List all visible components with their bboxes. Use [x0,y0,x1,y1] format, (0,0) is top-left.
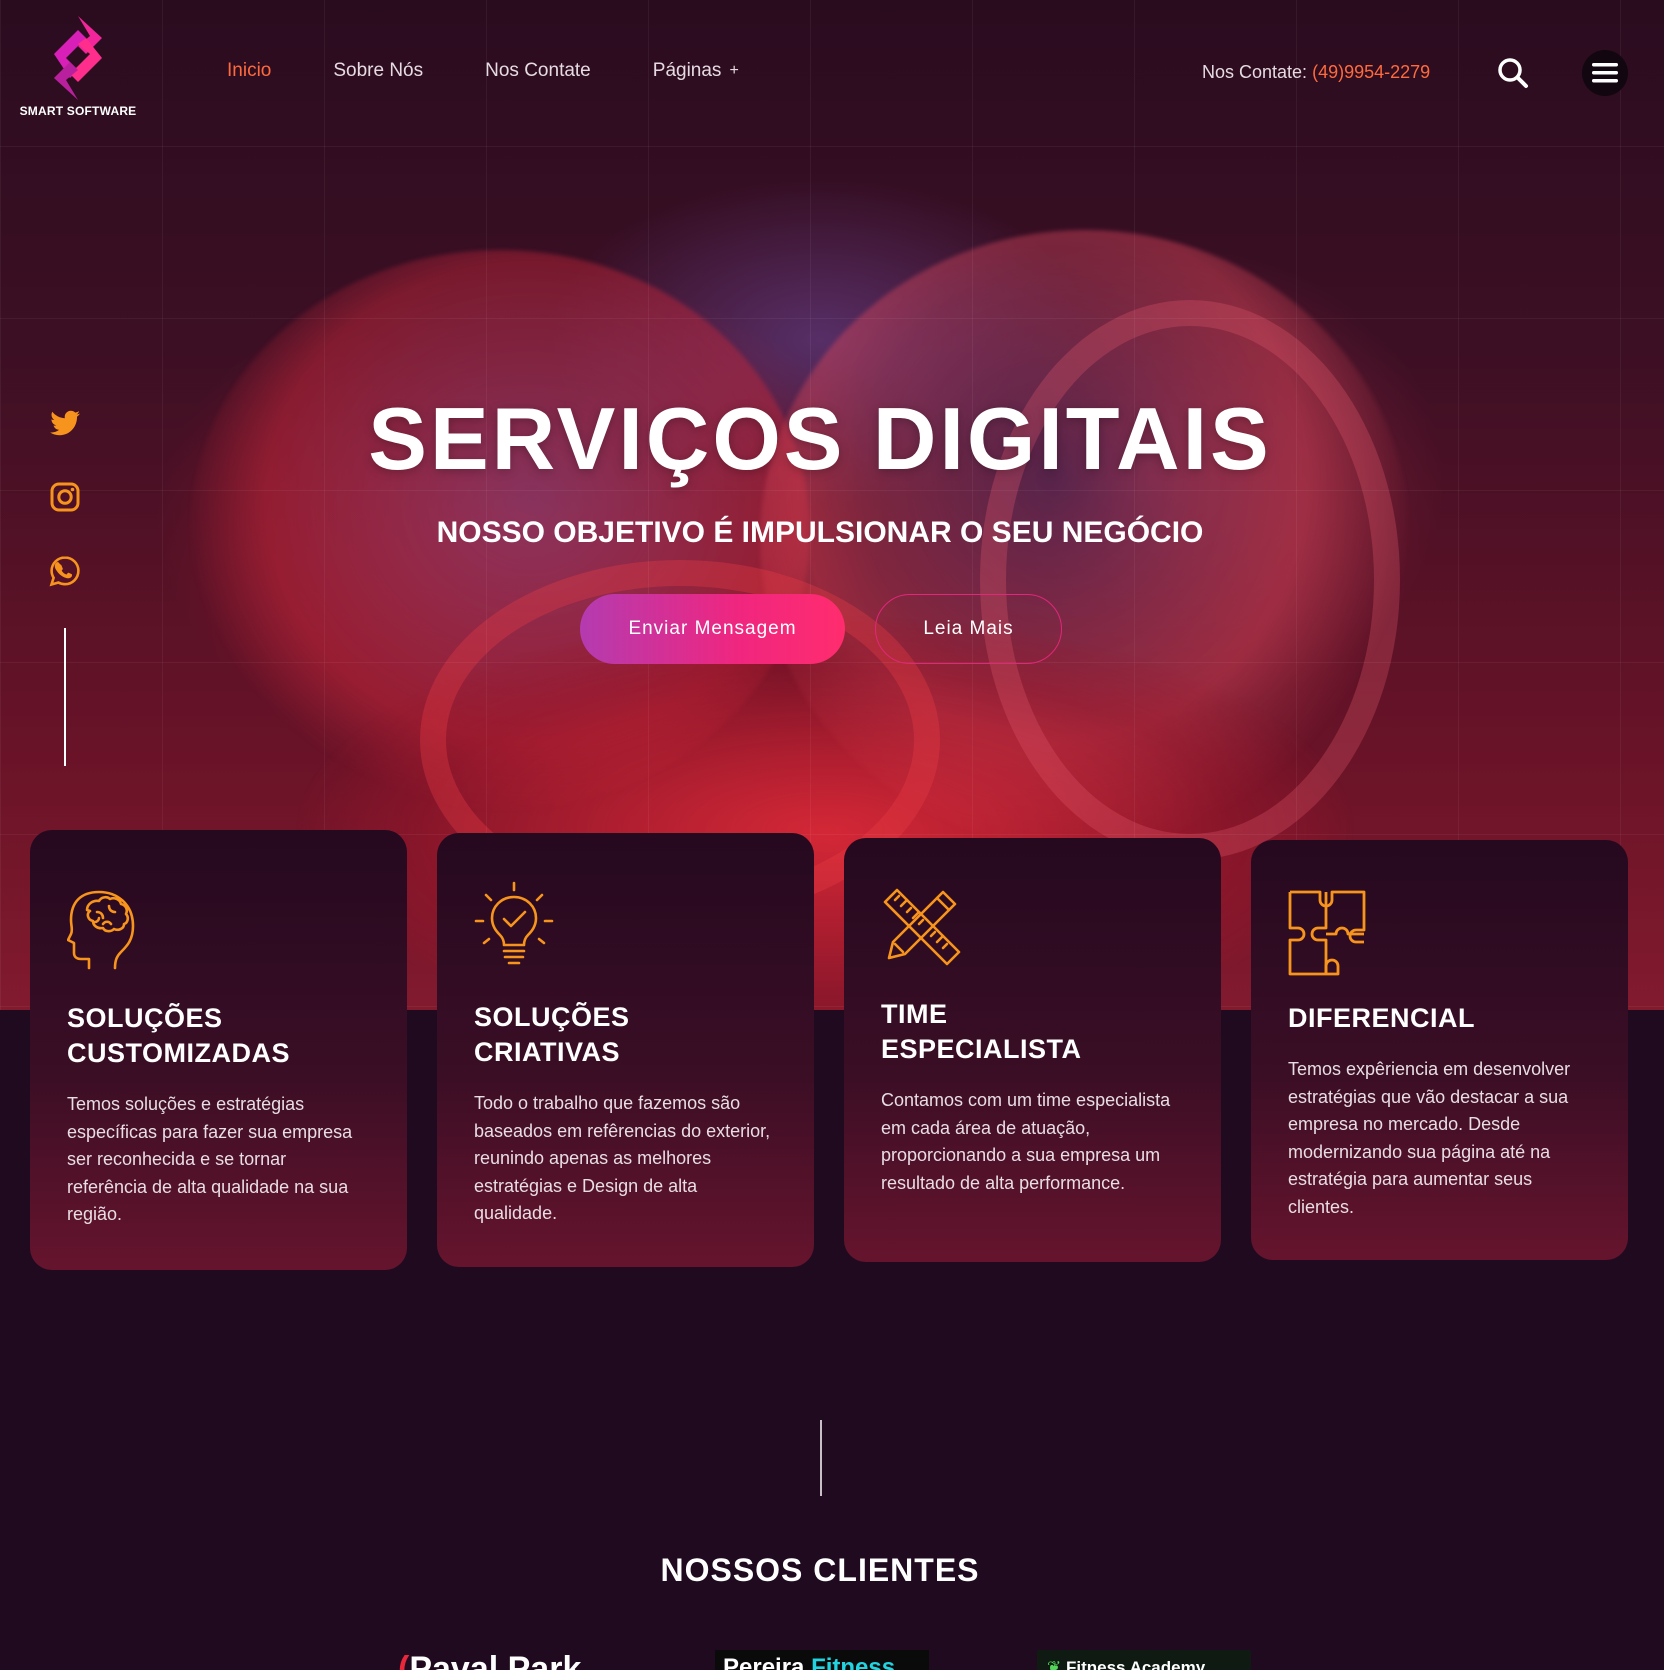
main-nav: Inicio Sobre Nós Nos Contate Páginas + [227,60,801,82]
leaf-icon: ❦ [1047,1658,1066,1670]
search-button[interactable] [1497,57,1529,89]
lightbulb-check-icon [474,881,554,965]
clients-title: NOSSOS CLIENTES [660,1552,980,1588]
hamburger-menu-button[interactable] [1582,50,1628,96]
puzzle-icon [1288,890,1366,976]
search-icon [1498,58,1528,88]
header-contact: Nos Contate: (49)9954-2279 [1202,62,1430,83]
pencil-ruler-icon [883,888,961,966]
hamburger-icon [1592,63,1618,83]
plus-icon: + [729,62,739,79]
card-text: Temos expêriencia em desenvolver estraté… [1288,1059,1571,1217]
card-title: DIFERENCIAL [1288,1003,1475,1033]
swoosh-icon: ( [398,1650,410,1670]
service-card: TIME ESPECIALISTA Contamos com um time e… [844,838,1221,1262]
card-text: Contamos com um time especialista em cad… [881,1090,1171,1193]
nav-item-nos-contate[interactable]: Nos Contate [485,60,591,82]
logo-mark-icon [54,16,102,100]
card-title: SOLUÇÕES CUSTOMIZADAS [67,1003,291,1068]
hero-title: SERVIÇOS DIGITAIS [368,389,1272,488]
nav-item-inicio[interactable]: Inicio [227,60,271,82]
brain-head-icon [66,890,135,970]
card-text: Todo o trabalho que fazemos são baseados… [474,1093,771,1223]
brand-logo[interactable]: SMART SOFTWARE [18,16,138,122]
contact-label: Nos Contate: [1202,62,1308,82]
card-title: TIME ESPECIALISTA [881,999,1082,1064]
send-message-button[interactable]: Enviar Mensagem [580,594,845,664]
client-name-accent: Fitness [811,1654,896,1670]
read-more-button[interactable]: Leia Mais [875,594,1062,664]
section-divider [820,1420,822,1496]
site-header: SMART SOFTWARE Inicio Sobre Nós Nos Cont… [0,0,1664,146]
card-title: SOLUÇÕES CRIATIVAS [474,1002,630,1067]
client-logo-pereira-fitness[interactable]: Pereira Fitness [715,1650,929,1670]
client-name: Fitness Academy [1065,1658,1206,1670]
hero-subtitle: NOSSO OBJETIVO É IMPULSIONAR O SEU NEGÓC… [436,516,1204,549]
service-card: SOLUÇÕES CRIATIVAS Todo o trabalho que f… [437,833,814,1267]
card-text: Temos soluções e estratégias específicas… [67,1094,353,1224]
service-card: DIFERENCIAL Temos expêriencia em desenvo… [1251,840,1628,1260]
contact-phone-link[interactable]: (49)9954-2279 [1312,62,1430,82]
client-name: Pereira [723,1654,812,1670]
client-logo-fitness-academy[interactable]: ❦ Fitness Academy [1037,1650,1251,1670]
brand-name: SMART SOFTWARE [19,104,137,118]
nav-item-paginas-label: Páginas [652,60,722,81]
nav-item-sobre-nos[interactable]: Sobre Nós [333,60,423,82]
whatsapp-icon[interactable] [48,554,82,588]
social-divider [64,628,66,766]
client-logo-paval-park[interactable]: (Paval Park [398,1650,608,1670]
nav-item-paginas[interactable]: Páginas + [653,60,739,82]
service-card: SOLUÇÕES CUSTOMIZADAS Temos soluções e e… [30,830,407,1270]
client-name: Paval Park [409,1650,582,1670]
